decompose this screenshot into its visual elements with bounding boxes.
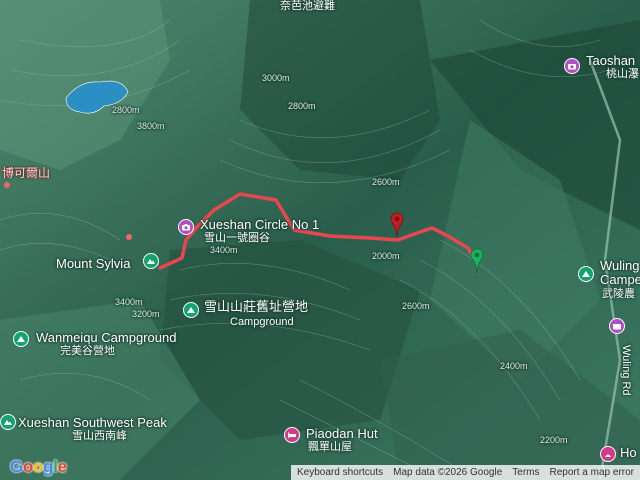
terrain-layer [0,0,640,480]
contour-label: 2800m [288,101,316,111]
place-label-wuling-zh: 武陵農 [602,288,635,300]
place-label-taoshan-zh: 桃山瀑 [606,68,639,80]
place-label[interactable]: 奈芭池避難 [280,0,335,13]
place-label-wanmeiqu-zh: 完美谷營地 [60,345,115,357]
end-pin-icon[interactable] [390,212,404,238]
hotspring-icon[interactable] [600,446,616,462]
contour-label: 2400m [500,361,528,371]
contour-label: 3000m [262,73,290,83]
place-label-campground: Campground [230,316,294,328]
peak-marker [4,182,10,188]
lodging-icon[interactable] [284,427,300,443]
contour-label: 2800m [112,105,140,115]
camera-icon[interactable] [564,58,580,74]
contour-label: 3400m [210,245,238,255]
place-label-xueshan-circle[interactable]: Xueshan Circle No 1 [200,218,319,231]
contour-label: 2200m [540,435,568,445]
campground-icon[interactable] [183,302,199,318]
campground-icon[interactable] [578,266,594,282]
keyboard-shortcuts-link[interactable]: Keyboard shortcuts [297,467,383,478]
contour-label: 2600m [402,301,430,311]
road-label-wuling-rd: Wuling Rd [620,345,632,396]
google-logo[interactable]: Google [10,457,67,477]
terms-link[interactable]: Terms [512,467,539,478]
place-label-wuling-campground: Campe [600,272,640,287]
contour-label: 3800m [137,121,165,131]
place-label-wanmeiqu[interactable]: Wanmeiqu Campground [36,331,176,344]
place-label-xueshan-circle-zh: 雪山一號圈谷 [204,232,270,244]
peak-label-southwest-zh: 雪山西南峰 [72,430,127,442]
place-label-campsite-zh[interactable]: 雪山山莊舊址營地 [204,300,308,313]
contour-label: 2000m [372,251,400,261]
report-error-link[interactable]: Report a map error [550,467,634,478]
place-label-piaodan-hut[interactable]: Piaodan Hut [306,427,378,440]
contour-label: 2600m [372,177,400,187]
place-label-piaodan-hut-zh: 飄單山屋 [308,441,352,453]
contour-label: 3200m [132,309,160,319]
place-label-partial[interactable]: Ho [620,446,637,459]
map-canvas[interactable]: 2800m 3800m 2800m 3400m 2600m 3000m 3400… [0,0,640,480]
peak-label-southwest[interactable]: Xueshan Southwest Peak [18,416,167,429]
mountain-icon[interactable] [0,414,16,430]
place-label-wuling[interactable]: Wuling [600,259,640,272]
mountain-icon[interactable] [143,253,159,269]
place-label-taoshan[interactable]: Taoshan [586,54,635,67]
peak-label-mount-sylvia[interactable]: Mount Sylvia [56,257,130,270]
start-pin-icon[interactable] [470,248,484,274]
peak-label[interactable]: 博可爾山 [2,167,50,180]
camera-icon[interactable] [178,219,194,235]
campground-icon[interactable] [13,331,29,347]
map-footer: Keyboard shortcuts Map data ©2026 Google… [290,465,640,480]
camera-icon[interactable] [609,318,625,334]
peak-marker [126,234,132,240]
map-data-attribution: Map data ©2026 Google [393,467,503,478]
